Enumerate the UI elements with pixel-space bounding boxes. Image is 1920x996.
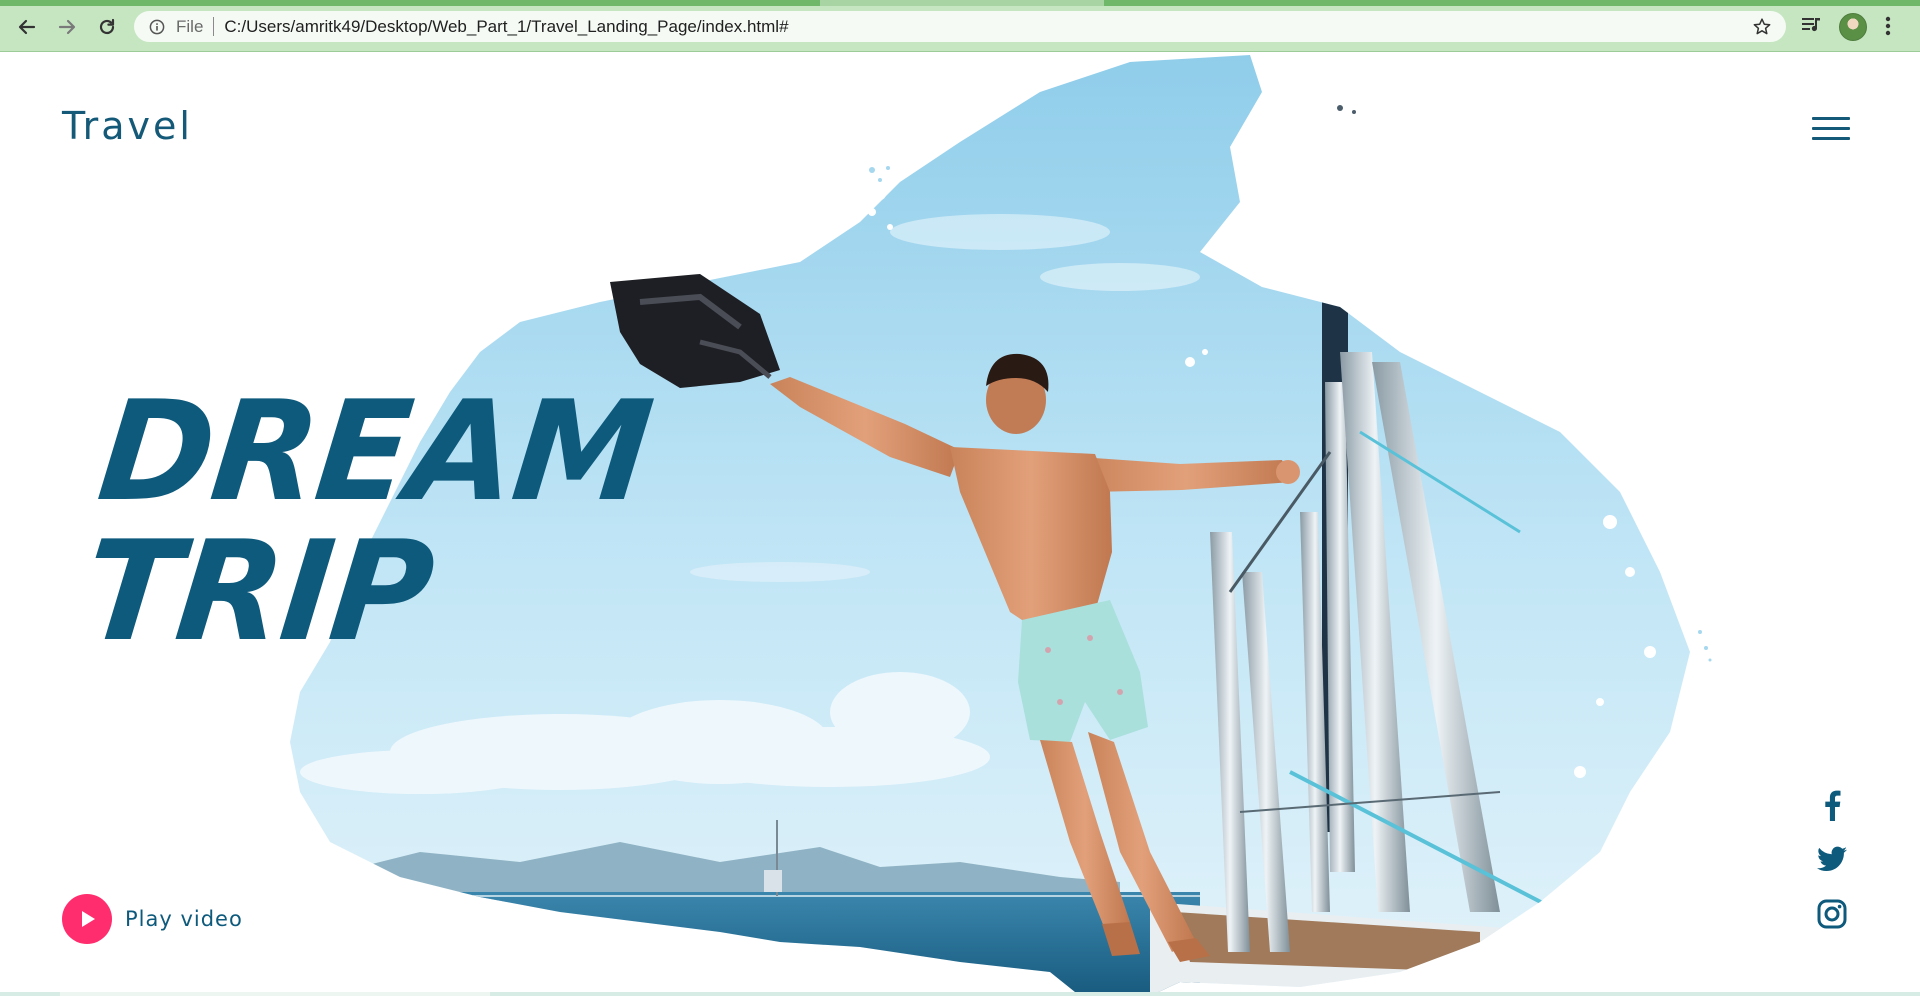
- back-button[interactable]: [12, 12, 42, 42]
- menu-bar: [1812, 117, 1850, 120]
- headline-line-1: DREAM: [91, 371, 658, 532]
- profile-avatar[interactable]: [1839, 13, 1867, 41]
- scrollbar-thumb[interactable]: [60, 992, 490, 996]
- bookmark-star-icon[interactable]: [1752, 17, 1772, 42]
- url-text[interactable]: C:/Users/amritk49/Desktop/Web_Part_1/Tra…: [224, 17, 788, 37]
- horizontal-scrollbar[interactable]: [0, 992, 1920, 996]
- facebook-icon: [1825, 790, 1841, 821]
- play-video-label[interactable]: Play video: [125, 907, 243, 931]
- more-options-icon[interactable]: [1884, 14, 1892, 42]
- landing-page: Travel DREAM TRIP Play video: [0, 52, 1920, 996]
- instagram-icon: [1817, 899, 1847, 929]
- play-icon[interactable]: [62, 894, 112, 944]
- menu-bar: [1812, 137, 1850, 140]
- twitter-link[interactable]: [1812, 840, 1852, 880]
- twitter-icon: [1817, 846, 1847, 871]
- arrow-left-icon: [18, 19, 36, 35]
- url-scheme-label: File: [176, 16, 204, 36]
- menu-bar: [1812, 127, 1850, 130]
- brand-logo[interactable]: Travel: [62, 104, 193, 148]
- facebook-link[interactable]: [1812, 785, 1852, 825]
- forward-button[interactable]: [52, 12, 82, 42]
- address-bar[interactable]: File C:/Users/amritk49/Desktop/Web_Part_…: [134, 11, 1786, 42]
- reload-button[interactable]: [92, 12, 122, 42]
- tab-inactive-indicator[interactable]: [1104, 0, 1920, 6]
- arrow-right-icon: [58, 19, 76, 35]
- play-video-button[interactable]: Play video: [62, 894, 243, 944]
- instagram-link[interactable]: [1812, 894, 1852, 934]
- media-controls-icon[interactable]: [1800, 13, 1824, 41]
- tab-strip: [0, 0, 1920, 6]
- url-divider: [213, 17, 215, 36]
- hero-headline: DREAM TRIP: [76, 371, 658, 672]
- tab-active-indicator[interactable]: [0, 0, 820, 6]
- hamburger-menu-button[interactable]: [1810, 114, 1854, 144]
- info-icon[interactable]: [148, 18, 166, 36]
- browser-toolbar: File C:/Users/amritk49/Desktop/Web_Part_…: [0, 0, 1920, 52]
- reload-icon: [99, 18, 115, 35]
- headline-line-2: TRIP: [76, 511, 439, 672]
